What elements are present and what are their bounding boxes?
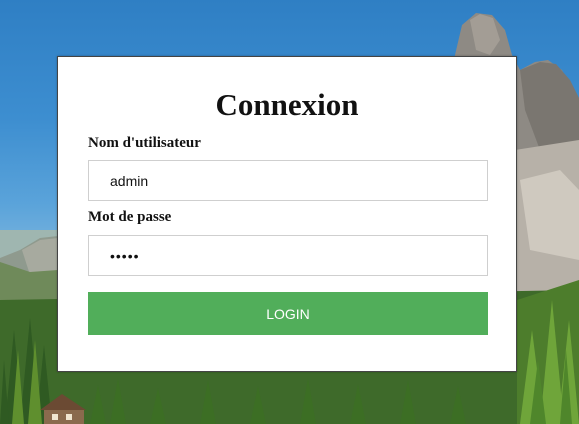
password-field[interactable] [88, 235, 488, 276]
login-button[interactable]: LOGIN [88, 292, 488, 335]
page-title: Connexion [215, 87, 359, 122]
username-label: Nom d'utilisateur [88, 135, 201, 151]
login-card: Connexion Nom d'utilisateur Mot de passe… [57, 56, 517, 372]
password-label: Mot de passe [88, 209, 172, 225]
username-field[interactable] [88, 160, 488, 201]
